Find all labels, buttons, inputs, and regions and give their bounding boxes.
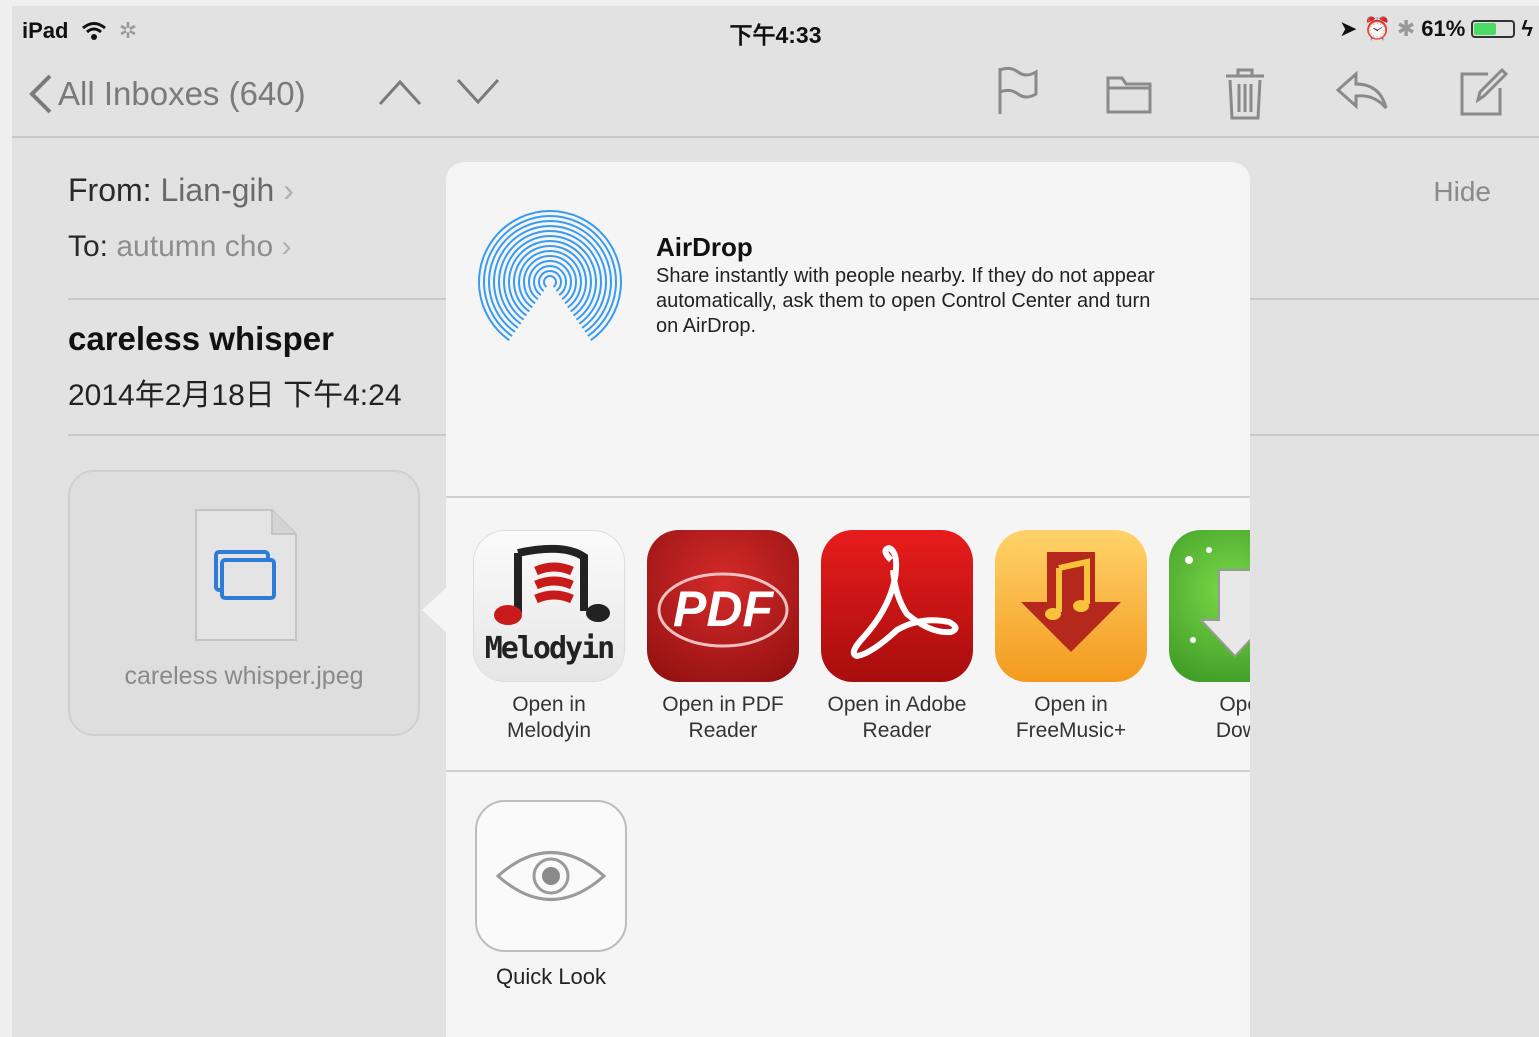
- from-label: From:: [68, 172, 152, 208]
- quick-look-button[interactable]: Quick Look: [464, 800, 638, 990]
- open-in-pdf-reader-button[interactable]: PDF Open in PDF Reader: [636, 530, 810, 744]
- open-in-melodyin-button[interactable]: Melodyin Open in Melodyin: [462, 530, 636, 744]
- battery-fill: [1474, 23, 1497, 35]
- app-label-line2: Reader: [688, 719, 758, 742]
- hide-button[interactable]: Hide: [1433, 176, 1491, 208]
- chevron-left-icon: [29, 74, 52, 114]
- airdrop-title: AirDrop: [656, 232, 753, 262]
- back-button-label: All Inboxes (640): [58, 75, 306, 112]
- previous-message-button[interactable]: [378, 78, 422, 106]
- bluetooth-icon: ✱: [1396, 16, 1416, 41]
- reply-icon[interactable]: [1334, 66, 1388, 116]
- app-label-line2: FreeMusic+: [1015, 719, 1127, 742]
- app-label-line2: Downl: [1215, 719, 1250, 742]
- to-field[interactable]: To: autumn cho ›: [68, 230, 292, 264]
- apps-separator: [446, 770, 1250, 772]
- battery-percent: 61%: [1421, 16, 1466, 41]
- airdrop-arc: [543, 275, 557, 288]
- open-in-freemusic-button[interactable]: Open in FreeMusic+: [984, 530, 1158, 744]
- message-subject: careless whisper: [68, 320, 334, 357]
- app-label: Open in Melodyin: [462, 692, 636, 744]
- app-label: Open in FreeMusic+: [984, 692, 1158, 744]
- pdf-icon-text: PDF: [673, 581, 773, 637]
- app-label: Open in Adobe Reader: [810, 692, 984, 744]
- quick-look-label: Quick Look: [495, 964, 607, 989]
- chevron-right-icon: ›: [281, 230, 292, 263]
- app-label: Open Downl: [1158, 692, 1250, 744]
- attachment-card[interactable]: careless whisper.jpeg: [68, 470, 420, 736]
- freemusic-app-icon: [995, 530, 1147, 682]
- alarm-icon: ⏰: [1363, 16, 1391, 41]
- airdrop-icon[interactable]: [472, 204, 628, 360]
- app-label-line1: Open in PDF: [662, 693, 784, 716]
- charging-icon: ϟ: [1521, 16, 1533, 41]
- downloader-app-icon: [1169, 530, 1250, 682]
- mail-navbar: All Inboxes (640): [12, 50, 1539, 138]
- airdrop-arc: [523, 255, 577, 305]
- pdf-reader-app-icon: PDF: [647, 530, 799, 682]
- airdrop-arc: [538, 270, 562, 292]
- flag-icon[interactable]: [996, 66, 1040, 116]
- status-bar: iPad ✲ 下午4:33 ➤ ⏰ ✱ 61% ϟ: [12, 6, 1539, 50]
- folder-icon[interactable]: [1106, 66, 1152, 116]
- compose-icon[interactable]: [1458, 66, 1508, 118]
- melodyin-app-icon: Melodyin: [473, 530, 625, 682]
- app-label-line1: Open: [1219, 693, 1250, 716]
- message-date: 2014年2月18日 下午4:24: [68, 379, 402, 412]
- next-message-button[interactable]: [456, 78, 500, 106]
- open-in-downloader-button[interactable]: Open Downl: [1158, 530, 1250, 744]
- from-field[interactable]: From: Lian-gih ›: [68, 172, 294, 209]
- ipad-screen: iPad ✲ 下午4:33 ➤ ⏰ ✱ 61% ϟ All Inboxes (6…: [12, 6, 1539, 1037]
- eye-icon: [495, 851, 607, 901]
- back-button[interactable]: All Inboxes (640): [28, 74, 306, 114]
- app-label-line1: Open in: [512, 693, 586, 716]
- adobe-reader-app-icon: [821, 530, 973, 682]
- status-right: ➤ ⏰ ✱ 61% ϟ: [1339, 16, 1533, 42]
- battery-icon: [1471, 20, 1516, 38]
- app-label-line2: Melodyin: [506, 719, 592, 742]
- trash-icon[interactable]: [1224, 66, 1266, 122]
- app-label: Open in PDF Reader: [636, 692, 810, 744]
- melodyin-icon-text: Melodyin: [484, 631, 616, 666]
- to-label: To:: [68, 230, 109, 263]
- from-value: Lian-gih: [160, 172, 275, 208]
- status-time: 下午4:33: [729, 22, 822, 48]
- popover-pointer: [422, 586, 448, 634]
- location-icon: ➤: [1339, 16, 1358, 41]
- airdrop-description: Share instantly with people nearby. If t…: [656, 265, 1155, 337]
- app-label-line1: Open in Adobe: [827, 693, 967, 716]
- chevron-right-icon: ›: [283, 172, 294, 208]
- app-label-line1: Open in: [1034, 693, 1108, 716]
- open-in-apps-row: Melodyin Open in Melodyin PDF Open in PD…: [446, 498, 1250, 772]
- share-sheet: AirDrop Share instantly with people near…: [446, 162, 1250, 1037]
- app-label-line2: Reader: [862, 719, 932, 742]
- attachment-filename: careless whisper.jpeg: [124, 662, 364, 690]
- image-file-icon: [195, 509, 297, 641]
- open-in-adobe-reader-button[interactable]: Open in Adobe Reader: [810, 530, 984, 744]
- quick-look-icon-tile: [475, 800, 627, 952]
- to-value: autumn cho: [116, 230, 274, 263]
